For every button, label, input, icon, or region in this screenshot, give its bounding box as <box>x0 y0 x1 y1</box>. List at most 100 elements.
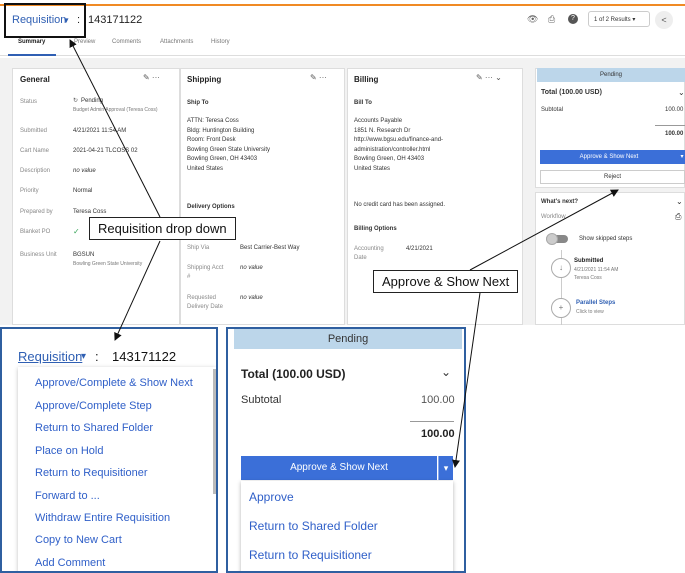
general-heading: General <box>20 75 50 84</box>
business-unit-value: BGSUN <box>73 252 95 258</box>
shipping-acct-value: no value <box>240 265 263 271</box>
billing-edit-icon[interactable]: ✎ ··· ⌄ <box>476 73 502 82</box>
tab-comments[interactable]: Comments <box>112 39 141 45</box>
approve-show-next-button-zoom[interactable]: Approve & Show Next <box>241 456 437 480</box>
address-line: Bldg: Huntington Building <box>187 127 255 134</box>
subtotal-value-zoom: 100.00 <box>421 394 455 406</box>
chevron-down-icon[interactable]: ⌄ <box>441 365 451 379</box>
print-icon[interactable]: ⎙ <box>675 212 681 222</box>
parallel-steps-link[interactable]: Parallel Steps <box>576 300 615 306</box>
menu-scrollbar[interactable] <box>213 369 216 494</box>
tab-history[interactable]: History <box>211 39 230 45</box>
chevron-down-icon[interactable]: ⌄ <box>678 88 685 97</box>
subtotal-label: Subtotal <box>541 107 564 113</box>
pending-status-bar-zoom: Pending <box>234 329 462 349</box>
address-line: Room: Front Desk <box>187 137 236 143</box>
billing-options-heading: Billing Options <box>354 226 397 232</box>
active-tab-indicator <box>8 54 56 56</box>
reject-button[interactable]: Reject <box>540 170 685 184</box>
menu-item-return-shared-folder[interactable]: Return to Shared Folder <box>249 519 378 533</box>
address-line: http://www.bgsu.edu/finance-and- <box>354 137 444 143</box>
billing-heading: Billing <box>354 75 379 84</box>
prepared-by-value: Teresa Coss <box>73 209 107 215</box>
menu-item-withdraw[interactable]: Withdraw Entire Requisition <box>35 512 170 524</box>
shipping-edit-icon[interactable]: ✎ ··· <box>310 73 327 82</box>
submitted-value: 4/21/2021 11:54 AM <box>73 128 127 134</box>
address-line: administration/controller.html <box>354 146 431 153</box>
total-label-zoom: Total (100.00 USD) <box>241 367 346 381</box>
address-line: United States <box>187 165 224 172</box>
shipping-card <box>180 68 345 325</box>
status-label: Status <box>20 99 38 105</box>
total-value-zoom: 100.00 <box>421 428 455 440</box>
title-highlight-box <box>4 3 86 38</box>
bill-to-address: Accounts Payable 1851 N. Research Dr htt… <box>354 117 443 174</box>
whats-next-heading: What's next? <box>541 199 579 205</box>
total-divider <box>655 125 685 126</box>
ship-to-heading: Ship To <box>187 100 209 106</box>
no-credit-card-text: No credit card has been assigned. <box>354 202 446 208</box>
approve-dropdown-arrow-zoom[interactable]: ▾ <box>438 456 453 480</box>
toggle-knob <box>546 233 558 245</box>
description-label: Description <box>20 168 51 174</box>
blanket-po-label: Blanket PO <box>20 229 51 235</box>
address-line: ATTN: Teresa Coss <box>187 118 239 124</box>
plus-icon[interactable]: + <box>551 298 571 318</box>
check-icon: ✓ <box>73 227 80 236</box>
step-submitted-title: Submitted <box>574 258 604 264</box>
chevron-down-icon[interactable]: ▾ <box>81 351 86 362</box>
show-skipped-label: Show skipped steps <box>579 236 633 242</box>
submitted-label: Submitted <box>20 128 48 134</box>
shipping-acct-label: Shipping Acct <box>187 265 224 271</box>
approve-options-menu: Approve Return to Shared Folder Return t… <box>241 481 453 571</box>
menu-item-return-requisitioner[interactable]: Return to Requisitioner <box>249 548 372 562</box>
bill-to-heading: Bill To <box>354 100 372 106</box>
menu-item-add-comment[interactable]: Add Comment <box>35 557 105 569</box>
tab-attachments[interactable]: Attachments <box>160 39 193 45</box>
status-sub: Budget Admin Approval (Teresa Coss) <box>73 107 158 113</box>
accounting-date-label: Date <box>354 255 367 261</box>
menu-item-return-shared-folder[interactable]: Return to Shared Folder <box>35 422 153 434</box>
menu-item-forward[interactable]: Forward to ... <box>35 490 100 502</box>
menu-item-copy-new-cart[interactable]: Copy to New Cart <box>35 534 122 546</box>
help-icon[interactable]: ? <box>568 14 578 24</box>
results-label: 1 of 2 Results <box>594 17 631 23</box>
subtotal-value: 100.00 <box>665 107 684 113</box>
approve-detail-panel: Pending Total (100.00 USD) ⌄ Subtotal 10… <box>226 327 466 573</box>
callout-approve-show-next: Approve & Show Next <box>373 270 519 293</box>
shipping-acct-label-hash: # <box>187 274 191 280</box>
chevron-down-icon[interactable]: ⌄ <box>676 197 683 206</box>
dropdown-detail-panel: Requisition ▾ : 143171122 Approve/Comple… <box>0 327 218 573</box>
edit-icon[interactable]: ✎ ··· <box>143 73 160 82</box>
menu-item-approve-show-next[interactable]: Approve/Complete & Show Next <box>35 377 193 389</box>
requested-value: no value <box>240 295 263 301</box>
menu-item-approve-step[interactable]: Approve/Complete Step <box>35 400 152 412</box>
description-value: no value <box>73 168 96 174</box>
accounting-label: Accounting <box>354 246 384 252</box>
results-selector[interactable]: 1 of 2 Results ▾ <box>588 11 650 27</box>
menu-item-return-requisitioner[interactable]: Return to Requisitioner <box>35 467 148 479</box>
requisition-screen: Requisition ▾ : 143171122 👁 ⎙ ? 1 of 2 R… <box>0 0 685 325</box>
menu-item-approve[interactable]: Approve <box>249 490 294 504</box>
header-accent-line <box>0 4 685 6</box>
eye-icon[interactable]: 👁 <box>527 14 538 25</box>
accounting-date-value: 4/21/2021 <box>406 246 433 252</box>
ship-via-value: Best Carrier-Best Way <box>240 245 300 251</box>
approve-show-next-button[interactable]: Approve & Show Next <box>540 150 678 164</box>
subtotal-label-zoom: Subtotal <box>241 394 282 406</box>
total-label: Total (100.00 USD) <box>541 89 602 96</box>
tab-preview[interactable]: Preview <box>74 39 95 45</box>
header-colon-zoom: : <box>95 349 99 364</box>
menu-item-place-on-hold[interactable]: Place on Hold <box>35 445 104 457</box>
priority-value: Normal <box>73 188 93 194</box>
requisition-dropdown-zoom[interactable]: Requisition <box>18 349 82 364</box>
total-divider-zoom <box>410 421 454 422</box>
priority-label: Priority <box>20 188 39 194</box>
ship-via-label: Ship Via <box>187 245 210 251</box>
tab-summary[interactable]: Summary <box>18 39 45 45</box>
approve-dropdown-arrow[interactable]: ▾ <box>678 150 685 164</box>
back-button[interactable]: < <box>655 11 673 29</box>
print-icon[interactable]: ⎙ <box>548 14 555 25</box>
callout-requisition-dropdown: Requisition drop down <box>89 217 236 240</box>
requisition-number: 143171122 <box>88 14 143 26</box>
